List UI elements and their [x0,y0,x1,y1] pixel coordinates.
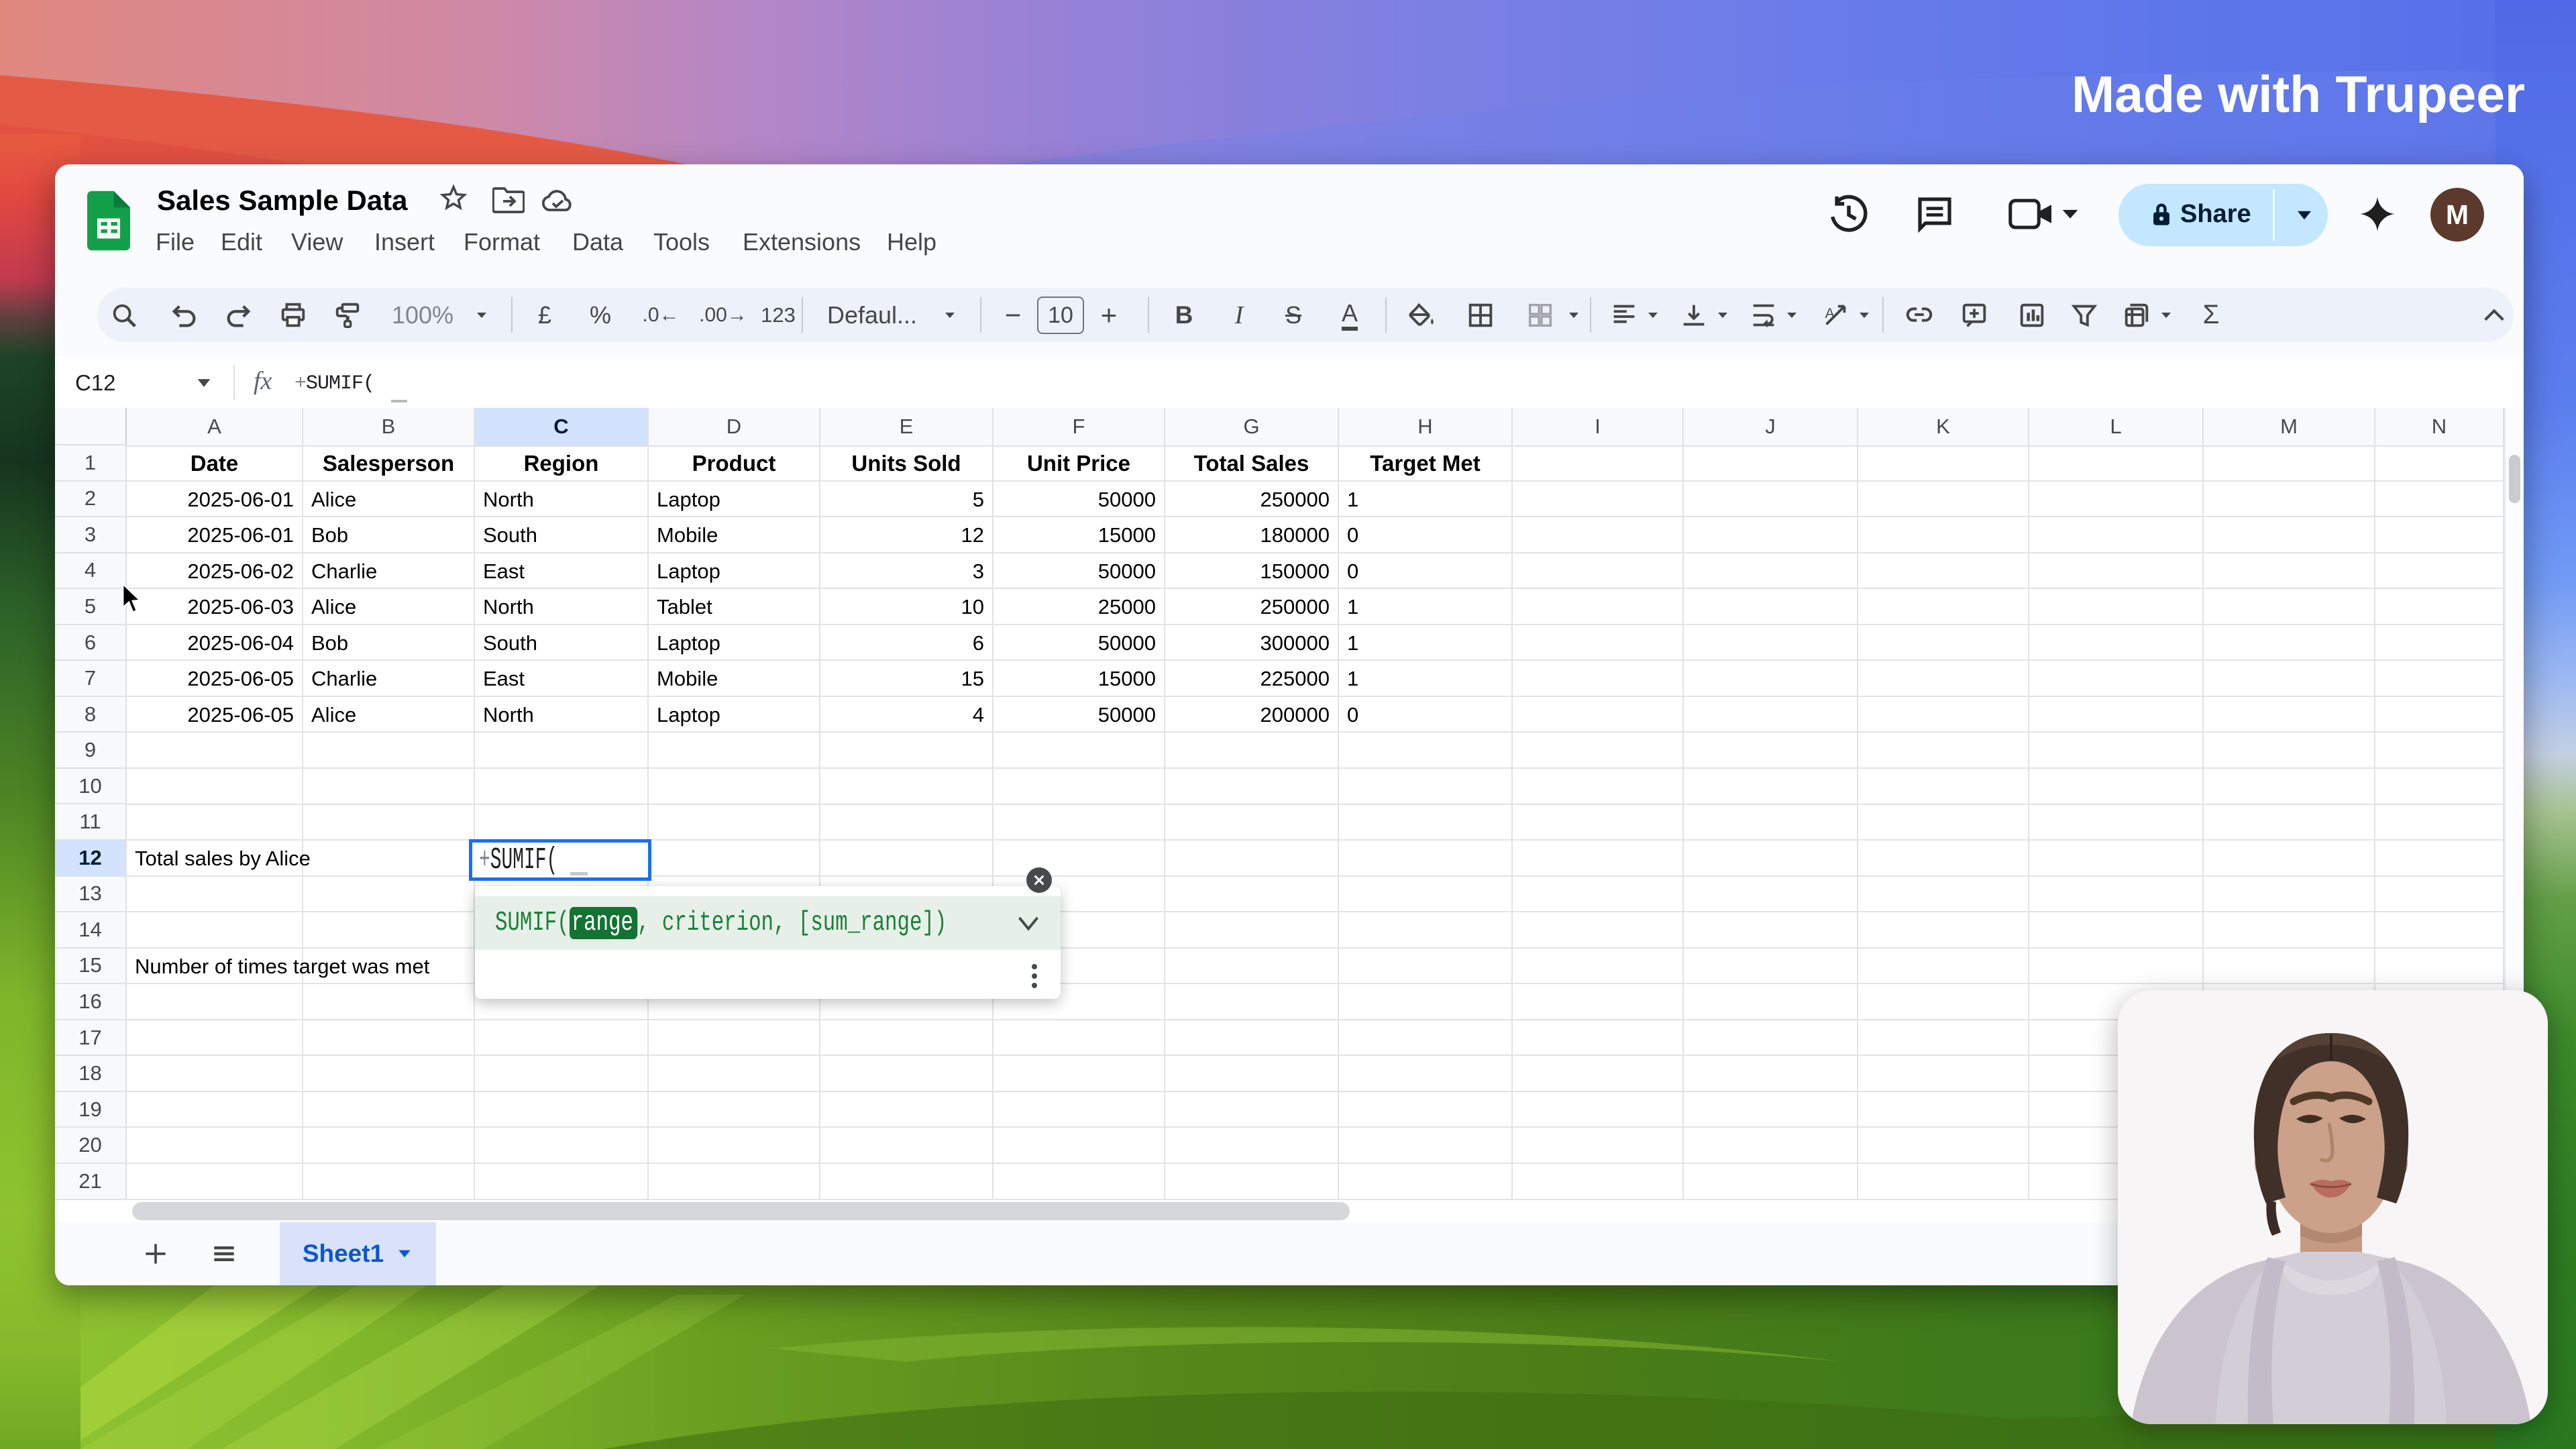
svg-text:A: A [1825,305,1835,321]
